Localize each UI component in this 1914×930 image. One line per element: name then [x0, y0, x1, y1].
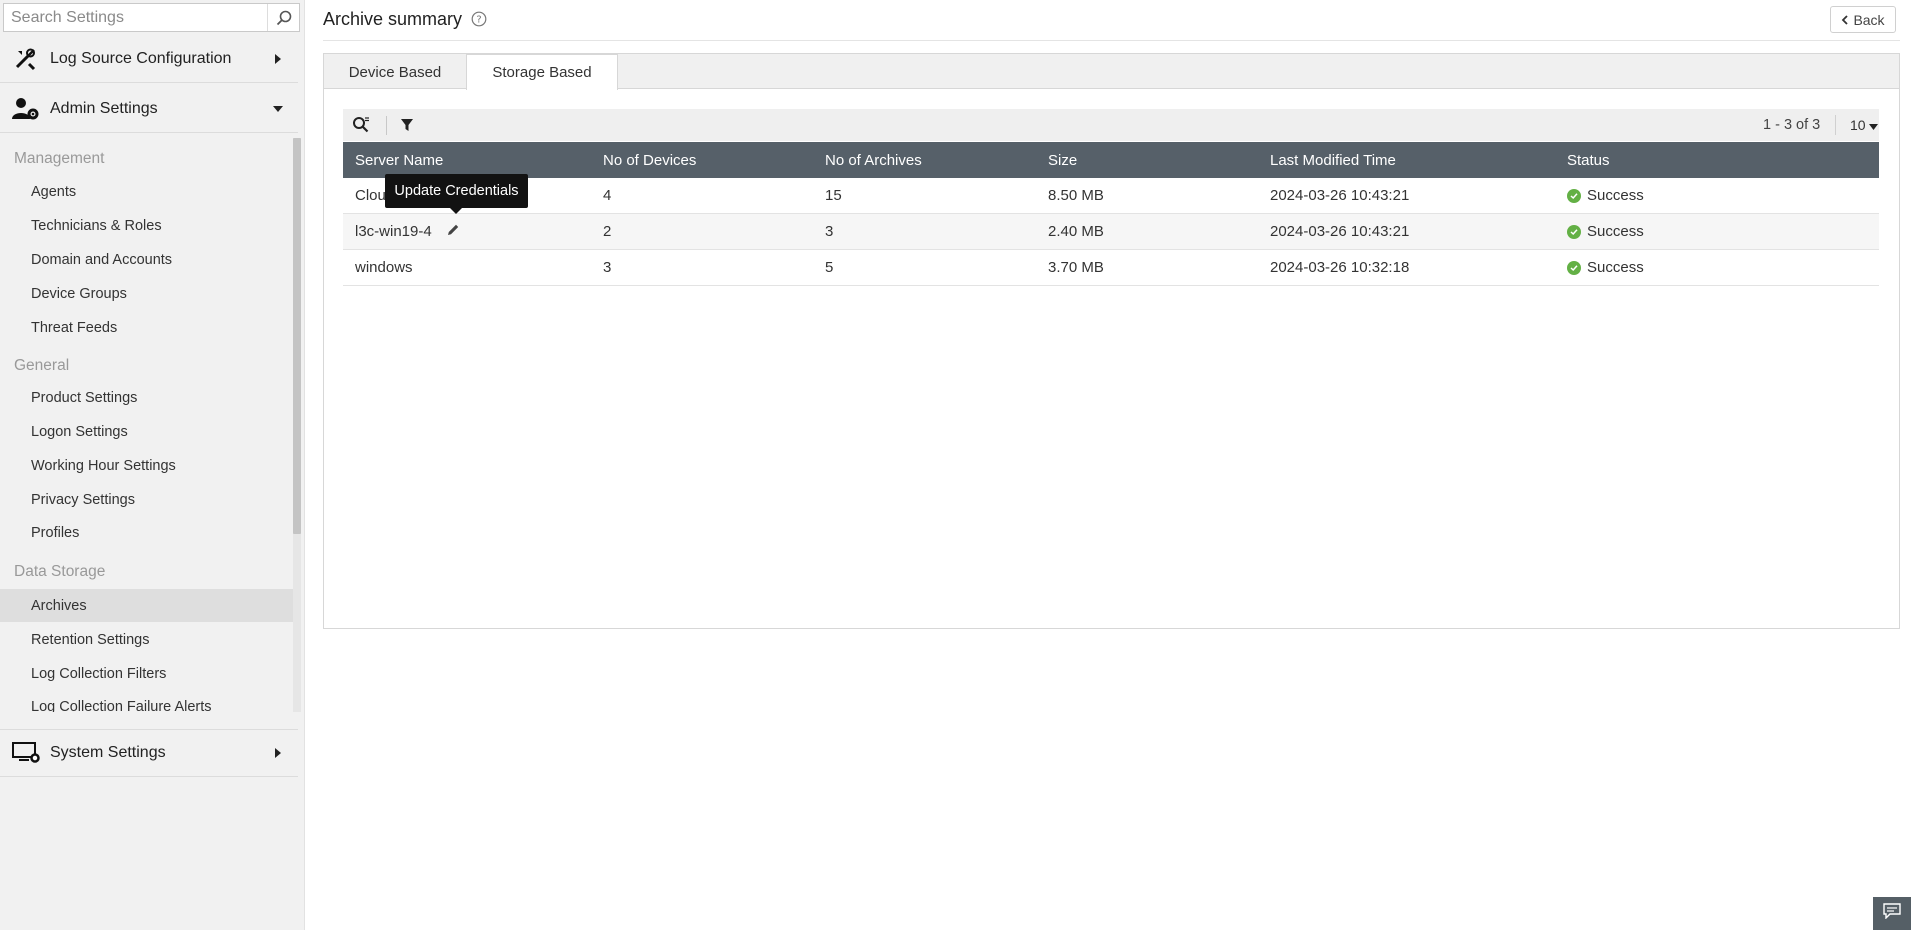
sidebar-item-privacy-settings[interactable]: Privacy Settings — [0, 483, 293, 516]
pencil-icon[interactable] — [446, 223, 460, 241]
device-count: 2 — [603, 223, 612, 240]
settings-search-box — [3, 3, 300, 32]
admin-settings-menu: Management Agents Technicians & Roles Do… — [0, 138, 298, 712]
back-label: Back — [1853, 11, 1885, 28]
column-header-server-name[interactable]: Server Name — [343, 152, 603, 169]
settings-search-input[interactable] — [4, 4, 267, 31]
page-title: Archive summary — [323, 9, 463, 29]
section-log-source-configuration[interactable]: Log Source Configuration — [0, 35, 298, 83]
settings-sidebar: Log Source Configuration Admin Settings … — [0, 0, 305, 930]
archive-size: 8.50 MB — [1048, 187, 1104, 204]
archive-panel: Device Based Storage Based 1 - 3 of 3 10 — [323, 53, 1900, 629]
sidebar-item-domain-accounts[interactable]: Domain and Accounts — [0, 243, 293, 276]
section-system-settings[interactable]: System Settings — [0, 729, 298, 777]
scrollbar-thumb[interactable] — [293, 138, 301, 534]
archive-size: 3.70 MB — [1048, 259, 1104, 276]
check-circle-icon — [1567, 188, 1581, 203]
status-text: Success — [1587, 187, 1644, 204]
section-admin-settings[interactable]: Admin Settings — [0, 85, 298, 133]
archive-count: 5 — [825, 259, 834, 276]
tools-icon — [12, 45, 40, 73]
last-modified-time: 2024-03-26 10:32:18 — [1270, 259, 1410, 276]
column-header-last-modified[interactable]: Last Modified Time — [1270, 152, 1567, 169]
sidebar-item-archives[interactable]: Archives — [0, 589, 293, 622]
chevron-left-icon — [1841, 12, 1849, 28]
sidebar-item-logon-settings[interactable]: Logon Settings — [0, 415, 293, 448]
archive-size: 2.40 MB — [1048, 223, 1104, 240]
monitor-gear-icon — [12, 739, 40, 767]
table-row: Clou 4 15 8.50 MB 2024-03-26 10:43:21 Su… — [343, 178, 1879, 214]
check-circle-icon — [1567, 224, 1581, 239]
svg-text:?: ? — [476, 15, 481, 26]
server-name: Clou — [355, 187, 386, 204]
status-text: Success — [1587, 223, 1644, 240]
pagination-info: 1 - 3 of 3 — [1763, 117, 1821, 133]
section-label: System Settings — [50, 744, 166, 761]
column-header-devices[interactable]: No of Devices — [603, 152, 825, 169]
toolbar-separator — [386, 116, 387, 135]
archive-table: Server Name No of Devices No of Archives… — [343, 142, 1879, 286]
chat-icon — [1883, 903, 1901, 924]
grid-toolbar: 1 - 3 of 3 10 — [343, 109, 1879, 141]
divider — [323, 40, 1900, 41]
table-search-icon[interactable] — [352, 116, 370, 134]
table-header: Server Name No of Devices No of Archives… — [343, 142, 1879, 178]
archive-count: 15 — [825, 187, 842, 204]
chat-button[interactable] — [1873, 897, 1911, 930]
group-title-management: Management — [14, 150, 105, 167]
sidebar-item-agents[interactable]: Agents — [0, 175, 293, 208]
sidebar-item-retention-settings[interactable]: Retention Settings — [0, 623, 293, 656]
caret-right-icon — [266, 53, 290, 65]
sidebar-item-log-collection-failure-alerts[interactable]: Log Collection Failure Alerts — [0, 690, 293, 713]
table-row: windows 3 5 3.70 MB 2024-03-26 10:32:18 … — [343, 250, 1879, 286]
page-size-value: 10 — [1850, 117, 1866, 133]
sidebar-item-log-collection-filters[interactable]: Log Collection Filters — [0, 657, 293, 690]
column-header-size[interactable]: Size — [1048, 152, 1270, 169]
sidebar-item-profiles[interactable]: Profiles — [0, 516, 293, 549]
sidebar-item-device-groups[interactable]: Device Groups — [0, 277, 293, 310]
server-name: l3c-win19-4 — [355, 223, 432, 240]
tabs-bar: Device Based Storage Based — [324, 54, 1899, 90]
toolbar-separator — [1835, 115, 1836, 135]
device-count: 4 — [603, 187, 612, 204]
sidebar-item-working-hour-settings[interactable]: Working Hour Settings — [0, 449, 293, 482]
user-gear-icon — [12, 95, 40, 123]
search-icon[interactable] — [267, 4, 299, 31]
sidebar-item-product-settings[interactable]: Product Settings — [0, 381, 293, 414]
filter-icon[interactable] — [398, 116, 416, 134]
back-button[interactable]: Back — [1830, 6, 1896, 33]
check-circle-icon — [1567, 260, 1581, 275]
column-header-archives[interactable]: No of Archives — [825, 152, 1048, 169]
section-label: Admin Settings — [50, 99, 158, 117]
server-name: windows — [355, 259, 413, 276]
last-modified-time: 2024-03-26 10:43:21 — [1270, 187, 1410, 204]
device-count: 3 — [603, 259, 612, 276]
status-text: Success — [1587, 259, 1644, 276]
page-size-select[interactable]: 10 — [1850, 114, 1894, 136]
main-content: Archive summary ? Back Device Based Stor… — [305, 0, 1914, 930]
group-title-general: General — [14, 357, 70, 374]
sidebar-scrollbar[interactable] — [293, 138, 301, 712]
caret-down-icon — [266, 105, 290, 113]
update-credentials-tooltip: Update Credentials — [385, 174, 528, 214]
sidebar-item-threat-feeds[interactable]: Threat Feeds — [0, 311, 293, 344]
group-title-data-storage: Data Storage — [14, 563, 106, 580]
column-header-status[interactable]: Status — [1567, 152, 1867, 169]
table-row: l3c-win19-4 2 3 2.40 MB 2024-03-26 10:43… — [343, 214, 1879, 250]
caret-right-icon — [266, 747, 290, 759]
help-icon[interactable]: ? — [471, 11, 489, 29]
archive-count: 3 — [825, 223, 834, 240]
caret-down-icon — [1868, 117, 1878, 133]
tab-device-based[interactable]: Device Based — [324, 54, 467, 90]
last-modified-time: 2024-03-26 10:43:21 — [1270, 223, 1410, 240]
tab-storage-based[interactable]: Storage Based — [467, 54, 618, 90]
section-label: Log Source Configuration — [50, 49, 232, 67]
sidebar-item-technicians-roles[interactable]: Technicians & Roles — [0, 209, 293, 242]
